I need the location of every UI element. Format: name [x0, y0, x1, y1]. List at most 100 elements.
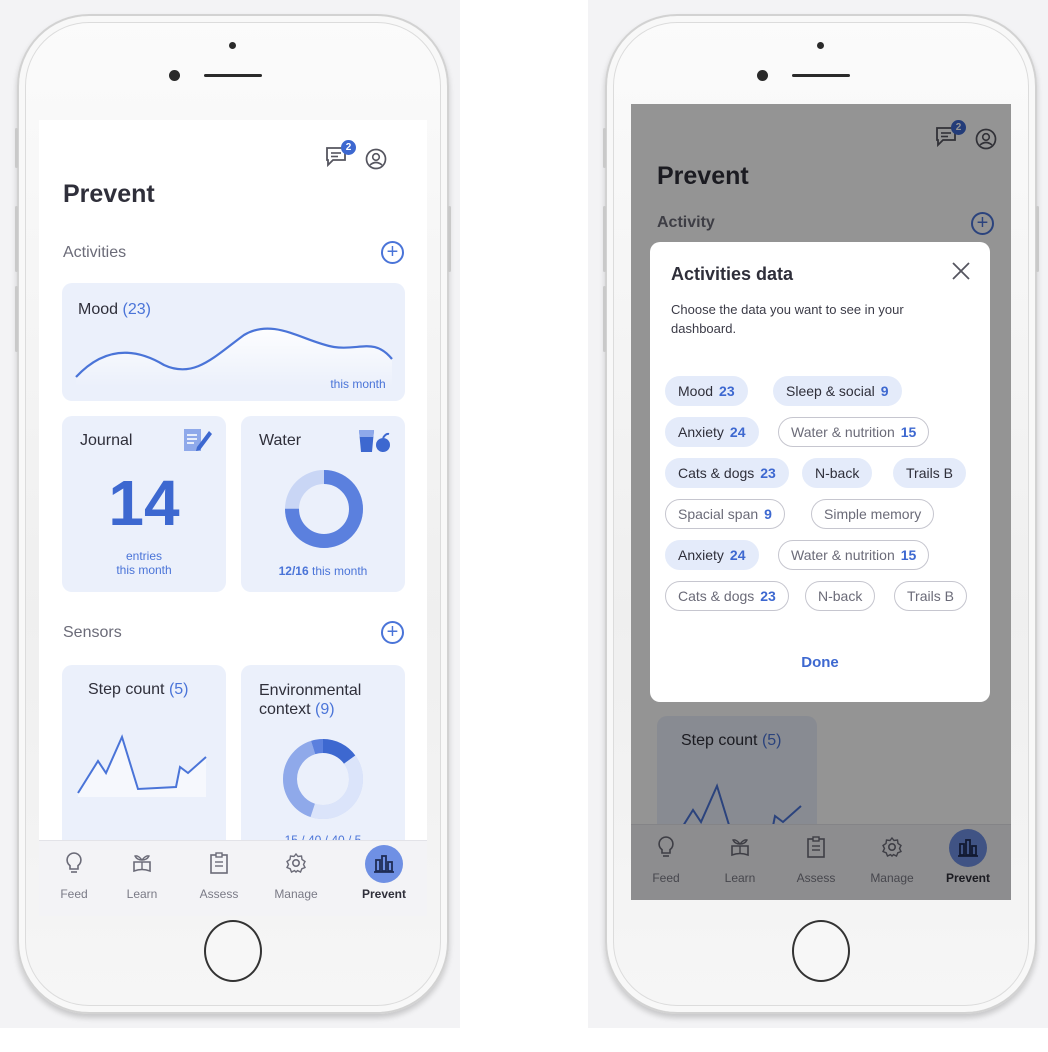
messages-badge: 2 [341, 140, 356, 155]
environmental-title-line1: Environmental [259, 682, 362, 699]
tab-manage[interactable]: Manage [261, 851, 331, 901]
chip-trails-b[interactable]: Trails B [894, 581, 967, 611]
journal-value: 14 [108, 467, 180, 539]
proximity-sensor [817, 42, 824, 49]
water-caption: 12/16 this month [241, 564, 405, 578]
chip-water-nutrition[interactable]: Water & nutrition 15 [778, 540, 930, 570]
page-title: Prevent [63, 180, 155, 208]
right-phone-frame: 2 Prevent Activity + Step count (5) Feed… [603, 14, 1039, 1014]
chip-label: Water & nutrition [791, 547, 895, 563]
add-sensor-button[interactable]: + [381, 621, 404, 644]
chip-cats-dogs[interactable]: Cats & dogs 23 [665, 458, 789, 488]
chip-count: 9 [880, 383, 889, 399]
chip-anxiety[interactable]: Anxiety 24 [665, 540, 759, 570]
step-count-sparkline [77, 734, 207, 797]
activities-section-label: Activities [63, 244, 127, 261]
chip-trails-b[interactable]: Trails B [893, 458, 966, 488]
chip-cats-dogs[interactable]: Cats & dogs 23 [665, 581, 789, 611]
mood-count: (23) [122, 301, 151, 318]
chip-label: Anxiety [678, 547, 724, 563]
clipboard-icon [210, 852, 228, 874]
tab-learn-label: Learn [126, 887, 158, 901]
mute-switch [15, 128, 18, 168]
tab-assess[interactable]: Assess [184, 851, 254, 901]
mood-label: Mood [78, 301, 119, 318]
environmental-count: (9) [315, 701, 335, 718]
chip-count: 23 [719, 383, 735, 399]
journal-caption-line1: entries [125, 549, 163, 563]
home-button[interactable] [204, 920, 262, 982]
chip-count: 15 [900, 547, 917, 563]
front-camera [757, 70, 768, 81]
chip-label: N-back [818, 588, 863, 604]
tab-manage-label: Manage [274, 887, 318, 901]
done-button[interactable]: Done [650, 654, 990, 671]
chip-label: Anxiety [678, 424, 724, 440]
water-card[interactable]: Water 12/16 this month [241, 416, 405, 592]
gear-icon [286, 852, 306, 873]
chip-count: 9 [764, 506, 772, 522]
chip-label: Sleep & social [786, 383, 875, 399]
chip-label: Simple memory [824, 506, 922, 522]
tab-learn[interactable]: Learn [107, 851, 177, 901]
chip-mood[interactable]: Mood 23 [665, 376, 748, 406]
step-count-value: (5) [168, 681, 189, 698]
mood-caption: this month [330, 377, 386, 391]
chip-anxiety[interactable]: Anxiety 24 [665, 417, 759, 447]
step-count-label: Step count [88, 681, 165, 698]
volume-up-button [15, 206, 18, 272]
mood-card[interactable]: Mood (23) this month [62, 283, 405, 401]
activities-data-modal: Activities data Choose the data you want… [650, 242, 990, 702]
chip-label: Spacial span [678, 506, 759, 522]
chip-label: Trails B [906, 465, 953, 481]
journal-pen-icon [184, 429, 212, 451]
header-icons: 2 [325, 140, 405, 170]
water-donut-chart [285, 470, 363, 548]
chip-water-nutrition[interactable]: Water & nutrition 15 [778, 417, 930, 447]
volume-down-button [603, 286, 606, 352]
add-activity-button[interactable]: + [381, 241, 404, 264]
chip-count: 23 [760, 465, 776, 481]
profile-icon[interactable] [365, 148, 387, 170]
volume-up-button [603, 206, 606, 272]
chip-label: Cats & dogs [678, 588, 755, 604]
environmental-title: Environmental context (9) [259, 681, 361, 719]
chip-sleep-social[interactable]: Sleep & social 9 [773, 376, 902, 406]
chip-count: 23 [760, 588, 776, 604]
chip-count: 15 [900, 424, 917, 440]
home-button[interactable] [792, 920, 850, 982]
close-icon[interactable] [950, 260, 972, 282]
proximity-sensor [229, 42, 236, 49]
earpiece-speaker [792, 74, 850, 77]
chip-spacial-span[interactable]: Spacial span 9 [665, 499, 785, 529]
left-phone-frame: 2 Prevent Activities + Mood (23) this mo… [15, 14, 451, 1014]
tab-assess-label: Assess [199, 887, 239, 901]
journal-caption: entries this month [62, 549, 226, 577]
bar-chart-icon [374, 855, 394, 873]
tab-prevent[interactable]: Prevent [349, 845, 419, 901]
chip-label: Trails B [907, 588, 954, 604]
sensors-section-label: Sensors [63, 624, 122, 641]
mute-switch [603, 128, 606, 168]
step-count-title: Step count (5) [88, 681, 189, 699]
journal-caption-line2: this month [116, 563, 172, 577]
water-glass-icon [359, 430, 390, 452]
power-button [448, 206, 451, 272]
environmental-title-line2: context [259, 701, 311, 718]
book-plant-icon [133, 855, 151, 873]
chip-simple-memory[interactable]: Simple memory [811, 499, 935, 529]
water-caption-text: this month [312, 564, 368, 578]
chip-count: 24 [729, 424, 746, 440]
journal-card[interactable]: Journal 14 entries this month [62, 416, 226, 592]
earpiece-speaker [204, 74, 262, 77]
power-button [1036, 206, 1039, 272]
chip-n-back[interactable]: N-back [805, 581, 876, 611]
mockup-stage: 2 Prevent Activities + Mood (23) this mo… [0, 0, 1048, 1052]
environmental-donut-chart [283, 739, 363, 819]
left-screen: 2 Prevent Activities + Mood (23) this mo… [39, 120, 427, 916]
tab-feed[interactable]: Feed [39, 851, 109, 901]
chip-n-back[interactable]: N-back [802, 458, 873, 488]
modal-title: Activities data [671, 264, 794, 284]
water-value: 12/16 [278, 564, 309, 578]
bulb-icon [66, 852, 82, 873]
